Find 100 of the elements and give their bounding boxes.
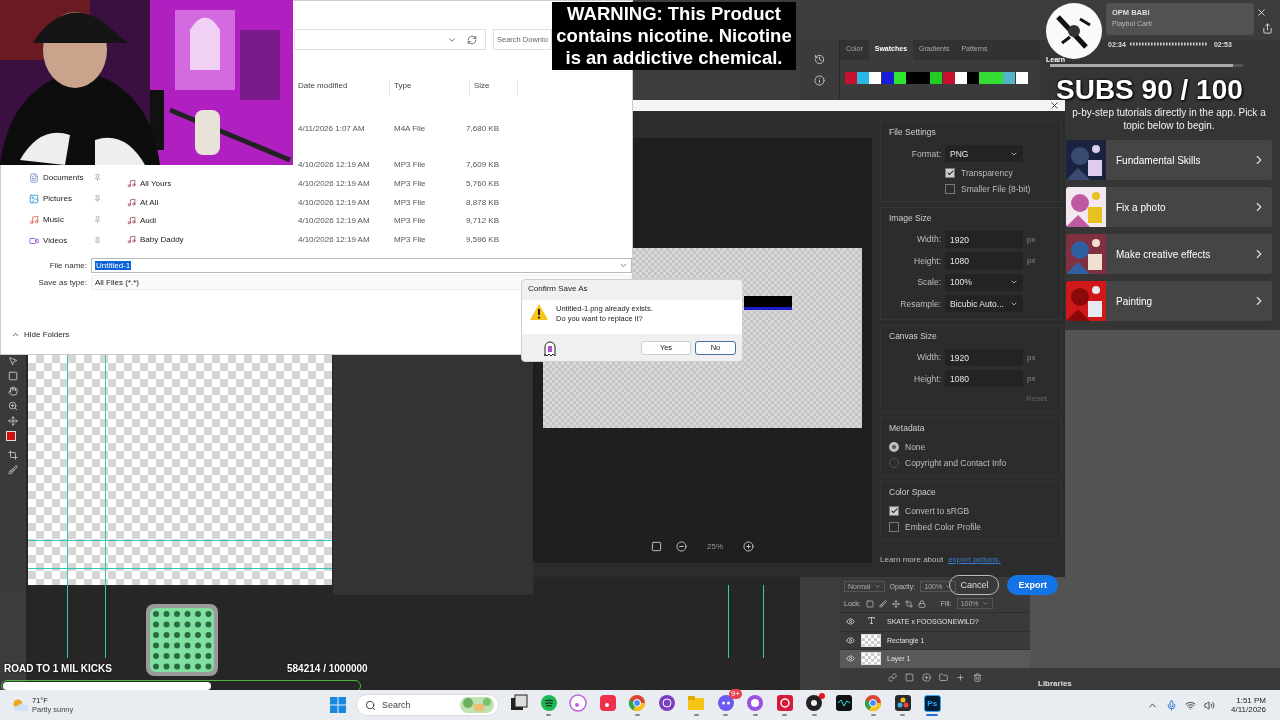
eye-icon[interactable]	[846, 654, 855, 664]
checkbox[interactable]	[889, 521, 899, 532]
file-name[interactable]: All Yours	[140, 179, 172, 188]
file-name-field[interactable]: Untitled-1	[91, 258, 632, 273]
close-icon[interactable]	[1256, 7, 1267, 18]
hide-folders-button[interactable]: Hide Folders	[11, 330, 70, 339]
eye-icon[interactable]	[846, 617, 855, 627]
checkbox[interactable]	[945, 167, 955, 178]
refresh-icon[interactable]	[467, 34, 477, 45]
wifi-icon[interactable]	[1185, 699, 1196, 711]
zoom-out-icon[interactable]	[676, 541, 687, 552]
topic-card[interactable]: Painting	[1066, 281, 1272, 321]
trash-icon[interactable]	[973, 672, 982, 682]
color-swatch[interactable]	[930, 72, 943, 84]
app-icon[interactable]	[510, 694, 529, 712]
app-icon[interactable]	[805, 694, 824, 712]
crop-icon[interactable]	[904, 599, 913, 608]
type-cell-text: M4A File	[394, 123, 427, 133]
number-field[interactable]: 1920	[945, 348, 1023, 366]
arrows-icon[interactable]	[7, 416, 18, 426]
history-icon[interactable]	[814, 54, 825, 65]
column-header[interactable]: Type	[390, 81, 470, 95]
file-name[interactable]: Baby Daddy	[140, 234, 184, 244]
dropdown[interactable]: Bicubic Auto...	[945, 295, 1023, 313]
share-icon[interactable]	[1262, 23, 1273, 34]
brush-tool-icon[interactable]	[7, 465, 18, 475]
dropdown[interactable]: PNG	[945, 145, 1023, 163]
checkbox[interactable]	[945, 183, 955, 194]
eye-icon[interactable]	[846, 635, 855, 645]
color-swatch[interactable]	[869, 72, 882, 84]
close-icon[interactable]	[1049, 100, 1060, 111]
app-icon[interactable]	[539, 694, 558, 712]
export-button[interactable]: Export	[1007, 574, 1058, 595]
color-swatch[interactable]	[942, 72, 955, 84]
color-swatch[interactable]	[918, 72, 931, 84]
sidebar-item[interactable]: Videos	[29, 230, 101, 251]
color-swatch[interactable]	[979, 72, 992, 84]
mask-icon[interactable]	[905, 672, 914, 682]
column-header[interactable]: Date modified	[294, 81, 390, 95]
color-swatch[interactable]	[881, 72, 894, 84]
number-field[interactable]: 1920	[945, 230, 1023, 248]
lock-pixels-icon[interactable]	[865, 599, 874, 608]
zoom-tool-icon[interactable]	[7, 401, 18, 411]
topic-title: Painting	[1116, 295, 1154, 307]
checkbox-label: Transparency	[961, 167, 1013, 178]
size-cell-text: 5,760 KB	[465, 179, 499, 188]
hand-tool-icon[interactable]	[7, 386, 18, 396]
lock-icon[interactable]	[917, 599, 926, 608]
audio-file-icon	[127, 197, 136, 207]
color-swatch[interactable]	[857, 72, 870, 84]
crop-tool-icon[interactable]	[7, 450, 18, 460]
move-tool-icon[interactable]	[7, 356, 18, 366]
section-heading: Canvas Size	[889, 329, 938, 343]
layer-thumbnail	[861, 633, 881, 647]
number-field[interactable]: 1080	[945, 370, 1023, 388]
dropdown[interactable]: 100%	[945, 273, 1023, 291]
marquee-tool-icon[interactable]	[7, 371, 18, 381]
field-label: File name:	[48, 261, 87, 270]
chevron-down-icon[interactable]	[619, 261, 628, 270]
folder-icon[interactable]	[939, 672, 948, 682]
color-swatch[interactable]	[1003, 72, 1016, 84]
notification-badge: 9+	[728, 689, 742, 699]
link-icon[interactable]	[888, 672, 897, 682]
volume-icon[interactable]	[1204, 699, 1215, 711]
column-header[interactable]: Size	[470, 81, 518, 95]
topic-card[interactable]: Fundamental Skills	[1066, 140, 1272, 180]
brush-icon[interactable]	[878, 599, 887, 608]
microphone-icon[interactable]	[1166, 699, 1177, 711]
adjustment-icon[interactable]	[922, 672, 931, 682]
sidebar-item[interactable]: Documents	[29, 167, 101, 188]
info-icon[interactable]	[814, 75, 825, 86]
color-swatch[interactable]	[845, 72, 857, 84]
radio-button[interactable]	[889, 441, 899, 452]
app-icon[interactable]	[657, 694, 676, 712]
zoom-level: 25%	[706, 542, 724, 551]
sidebar-item[interactable]: Music	[29, 209, 101, 230]
app-icon[interactable]	[834, 694, 853, 712]
new-layer-icon[interactable]	[956, 672, 965, 682]
zoom-in-icon[interactable]	[743, 541, 754, 552]
app-icon[interactable]: Ps	[923, 694, 941, 712]
pin-icon	[94, 195, 101, 202]
color-swatch[interactable]	[1015, 72, 1028, 84]
clock[interactable]: 1:51 PM 4/11/2026	[1231, 696, 1266, 714]
ghost-cursor-icon	[542, 338, 558, 357]
topic-card[interactable]: Make creative effects	[1066, 234, 1272, 274]
file-name[interactable]: Audi	[140, 216, 156, 226]
number-field[interactable]: 1080	[945, 252, 1023, 270]
export-options-link[interactable]: export options.	[948, 554, 1001, 564]
section-heading: Image Size	[889, 211, 933, 225]
fit-icon[interactable]	[651, 541, 662, 552]
app-icon[interactable]	[893, 694, 912, 712]
checkbox[interactable]	[889, 505, 899, 516]
file-name[interactable]: At All	[140, 197, 159, 207]
taskbar-search[interactable]: Search	[356, 694, 499, 716]
topic-card[interactable]: Fix a photo	[1066, 187, 1272, 227]
color-swatch[interactable]	[991, 72, 1004, 84]
move-icon[interactable]	[891, 599, 900, 608]
date-cell-text: 4/10/2026 12:19 AM	[298, 160, 371, 170]
sidebar-item[interactable]: Pictures	[29, 188, 101, 209]
section-heading: Metadata	[889, 421, 926, 435]
